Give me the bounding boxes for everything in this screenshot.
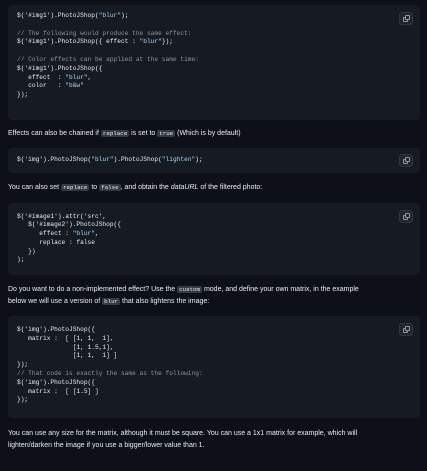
code-line: [1, 1.5,1], bbox=[17, 344, 114, 351]
code-text: ); bbox=[120, 12, 129, 19]
code-content: $('#img1').PhotoJShop("blur"); // The fo… bbox=[17, 12, 411, 100]
code-string: "b&w" bbox=[65, 82, 84, 90]
code-string: "blur" bbox=[91, 156, 114, 164]
code-text: ).PhotoJShop( bbox=[113, 156, 162, 164]
code-line: // The following would produce the same … bbox=[17, 30, 192, 37]
code-text: $('#img1').PhotoJShop({ bbox=[17, 64, 103, 72]
code-text: $('img').PhotoJShop( bbox=[17, 156, 92, 164]
code-text: [1, 1, 1] ] bbox=[17, 352, 118, 360]
inline-code: blur bbox=[102, 297, 121, 305]
code-text: ); bbox=[195, 156, 203, 164]
code-comment: // That code is exactly the same as the … bbox=[17, 369, 203, 377]
code-text: effect : bbox=[17, 230, 73, 238]
code-line: [1, 1, 1] ] bbox=[17, 352, 118, 360]
code-line: matrix : [ [1, 1, 1], bbox=[17, 334, 114, 342]
code-string: "blur" bbox=[65, 73, 88, 81]
code-text: $('img').PhotoJShop({ bbox=[17, 378, 95, 386]
inline-code: replace bbox=[61, 184, 90, 192]
code-text: , bbox=[87, 73, 92, 81]
copy-button[interactable] bbox=[399, 154, 413, 168]
code-line: ); bbox=[17, 256, 24, 263]
code-string: "lighten" bbox=[161, 156, 196, 164]
code-text: $('#image1').attr('src', bbox=[17, 212, 107, 220]
code-string: "blur" bbox=[139, 38, 162, 46]
code-line: $('img').PhotoJShop("blur").PhotoJShop("… bbox=[17, 156, 203, 163]
inline-code: true bbox=[157, 130, 176, 137]
code-text: effect : bbox=[17, 73, 66, 81]
code-text: , bbox=[94, 230, 99, 238]
code-line: color : "b&w" bbox=[17, 82, 84, 89]
inline-code: custom bbox=[177, 285, 203, 293]
inline-code: replace bbox=[100, 130, 130, 137]
code-line: $('#image1').attr('src', bbox=[17, 213, 106, 220]
code-text: }); bbox=[17, 396, 29, 404]
code-text: $('#image2').PhotoJShop({ bbox=[17, 221, 121, 229]
code-content: $('img').PhotoJShop("blur").PhotoJShop("… bbox=[17, 156, 411, 165]
code-line: $('img').PhotoJShop({ bbox=[17, 326, 95, 333]
code-comment: // The following would produce the same … bbox=[17, 29, 192, 37]
code-line: $('img').PhotoJShop({ bbox=[17, 379, 95, 386]
paragraph: Effects can also be chained if replace i… bbox=[8, 130, 241, 137]
code-text: $('#img1').PhotoJShop({ effect : bbox=[17, 38, 140, 46]
code-line: $('#img1').PhotoJShop("blur"); bbox=[17, 12, 128, 19]
inline-code: false bbox=[99, 184, 121, 192]
code-line: $('#img1').PhotoJShop({ effect : "blur"}… bbox=[17, 38, 173, 45]
code-line: // That code is exactly the same as the … bbox=[17, 370, 203, 377]
code-text: }); bbox=[17, 361, 29, 369]
code-line: replace : false bbox=[17, 239, 95, 246]
code-line: matrix : [ [1.5] ] bbox=[17, 388, 99, 395]
code-line: }); bbox=[17, 361, 28, 368]
paragraph: Do you want to do a non-implemented effe… bbox=[8, 285, 359, 305]
paragraph: You can use any size for the matrix, alt… bbox=[8, 430, 358, 450]
code-line: // Color effects can be applied at the s… bbox=[17, 56, 199, 63]
code-block-3: $('#image1').attr('src', $('#image2').Ph… bbox=[8, 202, 420, 275]
code-text: }) bbox=[17, 247, 36, 255]
code-line: }); bbox=[17, 91, 28, 98]
code-block-2: $('img').PhotoJShop("blur").PhotoJShop("… bbox=[8, 148, 420, 174]
code-comment: // Color effects can be applied at the s… bbox=[17, 55, 199, 63]
copy-button[interactable] bbox=[399, 209, 413, 223]
code-text: color : bbox=[17, 82, 66, 90]
code-line: $('#img1').PhotoJShop({ bbox=[17, 65, 102, 72]
code-text: replace : false bbox=[17, 238, 95, 246]
copy-button[interactable] bbox=[399, 12, 413, 25]
code-line: effect : "blur", bbox=[17, 74, 91, 81]
code-block-1: $('#img1').PhotoJShop("blur"); // The fo… bbox=[8, 5, 420, 120]
code-text: }); bbox=[161, 38, 173, 46]
code-line: effect : "blur", bbox=[17, 230, 99, 238]
copy-button[interactable] bbox=[399, 323, 413, 336]
code-text: $('img').PhotoJShop({ bbox=[17, 326, 95, 333]
code-text: }); bbox=[17, 91, 29, 99]
code-string: "blur" bbox=[72, 230, 95, 238]
code-line: }) bbox=[17, 247, 36, 255]
code-text: $('#img1').PhotoJShop( bbox=[17, 12, 99, 19]
code-text: ); bbox=[17, 256, 25, 264]
code-text: matrix : [ [1.5] ] bbox=[17, 387, 99, 395]
code-line: $('#image2').PhotoJShop({ bbox=[17, 221, 121, 228]
code-content: $('#image1').attr('src', $('#image2').Ph… bbox=[17, 213, 411, 266]
paragraph: You can also set replace to false, and o… bbox=[8, 184, 263, 192]
code-text: [1, 1.5,1], bbox=[17, 343, 114, 351]
code-block-4: $('img').PhotoJShop({ matrix : [ [1, 1, … bbox=[8, 316, 420, 418]
code-line: }); bbox=[17, 396, 28, 403]
code-content: $('img').PhotoJShop({ matrix : [ [1, 1, … bbox=[17, 326, 411, 405]
code-text: matrix : [ [1, 1, 1], bbox=[17, 334, 114, 342]
code-string: "blur" bbox=[98, 12, 121, 19]
